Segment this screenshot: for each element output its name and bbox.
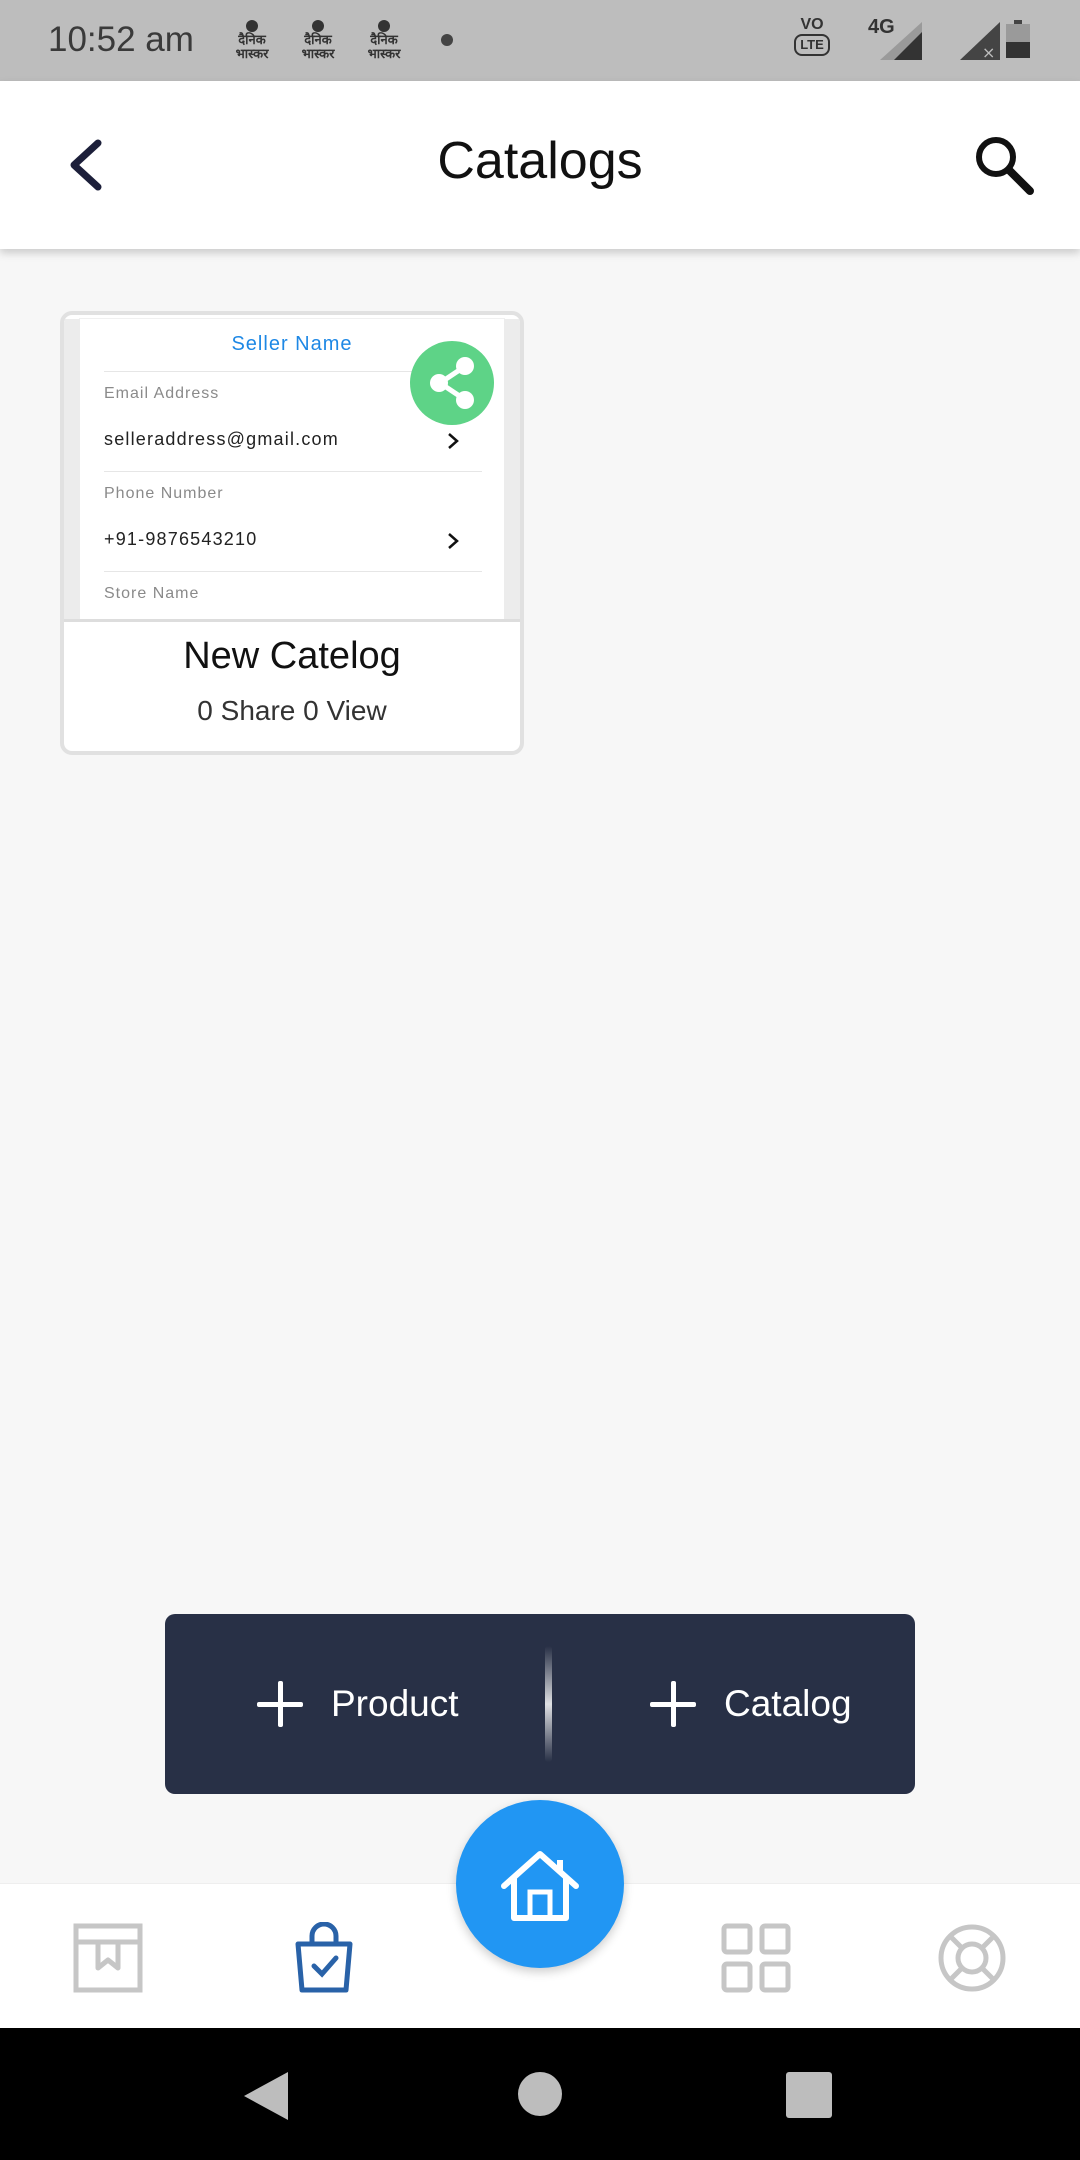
chevron-right-icon — [448, 533, 459, 549]
system-back-icon[interactable] — [244, 2072, 288, 2120]
nav-item-dashboard[interactable] — [720, 1922, 792, 1994]
preview-email-label: Email Address — [104, 385, 220, 402]
search-icon — [976, 137, 1034, 195]
system-home-icon[interactable] — [518, 2072, 562, 2116]
home-icon — [501, 1851, 579, 1921]
catalog-card[interactable]: Seller Name Email Address selleraddress@… — [60, 311, 524, 755]
nav-item-archive[interactable] — [72, 1922, 144, 1994]
news-app-icon: दैनिक भास्कर — [296, 20, 340, 62]
add-catalog-button[interactable]: Catalog — [650, 1614, 852, 1794]
preview-email-value: selleraddress@gmail.com — [104, 429, 339, 449]
svg-text:×: × — [982, 43, 995, 60]
status-bar: 10:52 am दैनिक भास्कर दैनिक भास्कर दैनिक… — [0, 0, 1080, 81]
add-product-button[interactable]: Product — [257, 1614, 459, 1794]
lifebuoy-icon — [938, 1924, 1006, 1992]
add-product-label: Product — [331, 1683, 459, 1724]
battery-icon — [1006, 20, 1030, 58]
catalog-name: New Catelog — [183, 635, 401, 677]
plus-icon — [650, 1681, 696, 1727]
plus-icon — [257, 1681, 303, 1727]
volte-icon: VO LTE — [790, 16, 834, 62]
archive-box-icon — [73, 1923, 143, 1993]
page-title: Catalogs — [437, 132, 643, 190]
share-icon — [430, 357, 474, 409]
signal-icon — [880, 22, 922, 60]
nav-item-support[interactable] — [936, 1922, 1008, 1994]
system-navigation-bar — [0, 2028, 1080, 2160]
chevron-right-icon — [448, 433, 459, 449]
status-time: 10:52 am — [48, 20, 194, 59]
nav-item-catalogs[interactable] — [288, 1921, 360, 1994]
add-catalog-label: Catalog — [724, 1683, 852, 1724]
share-button[interactable] — [410, 341, 494, 425]
news-app-icon: दैनिक भास्कर — [362, 20, 406, 62]
news-app-icon: दैनिक भास्कर — [230, 20, 274, 62]
system-recents-icon[interactable] — [786, 2072, 832, 2118]
catalog-stats: 0 Share 0 View — [197, 695, 387, 726]
search-button[interactable] — [972, 133, 1036, 197]
preview-phone-label: Phone Number — [104, 485, 224, 502]
divider — [545, 1646, 552, 1762]
signal-no-sim-icon: × — [960, 22, 1000, 60]
shopping-bag-icon — [295, 1921, 353, 1993]
preview-phone-value: +91-9876543210 — [104, 529, 258, 549]
grid-icon — [721, 1923, 791, 1993]
home-button[interactable] — [456, 1800, 624, 1968]
notification-dot-icon — [441, 34, 453, 46]
add-action-panel: Product Catalog — [165, 1614, 915, 1794]
app-bar: Catalogs — [0, 81, 1080, 249]
preview-store-label: Store Name — [104, 585, 200, 602]
